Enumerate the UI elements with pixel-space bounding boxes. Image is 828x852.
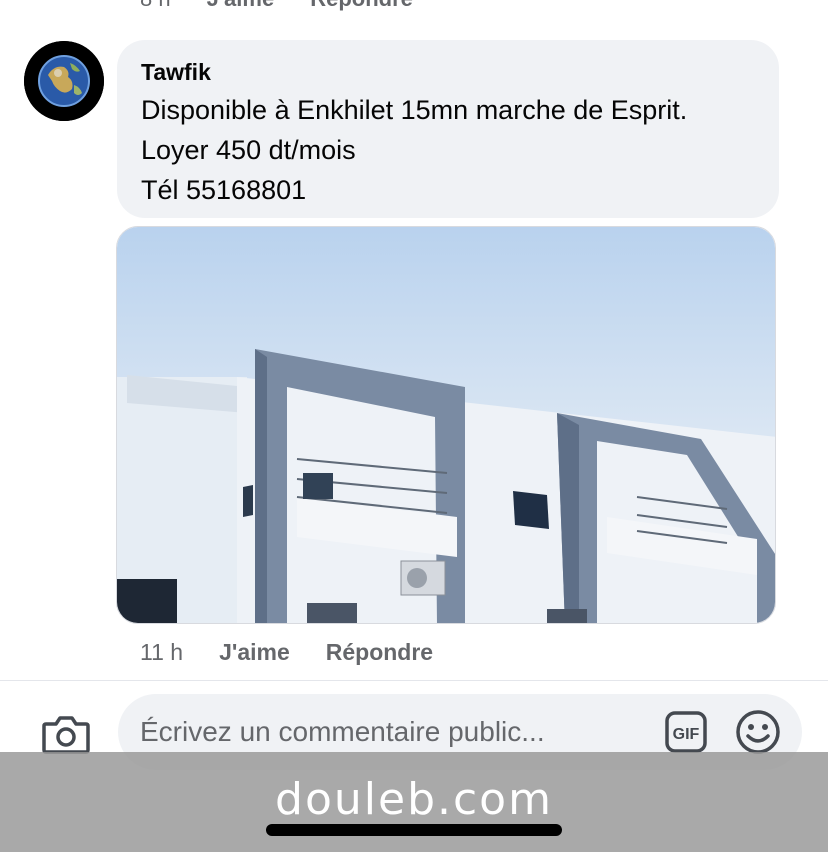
previous-comment-actions: 8 h J'aime Répondre — [140, 0, 413, 11]
previous-reply-button[interactable]: Répondre — [310, 0, 413, 11]
divider — [0, 680, 828, 681]
svg-text:GIF: GIF — [673, 726, 700, 743]
emoji-icon[interactable] — [734, 708, 782, 756]
reply-button[interactable]: Répondre — [326, 639, 433, 666]
comment-time: 11 h — [140, 638, 184, 665]
comment-actions: 11 h J'aime Répondre — [140, 637, 469, 667]
globe-icon — [24, 41, 104, 121]
comment-bubble[interactable]: Tawfik Disponible à Enkhilet 15mn marche… — [117, 40, 779, 218]
watermark: douleb.com — [275, 774, 553, 825]
comment-photo[interactable] — [116, 226, 776, 624]
avatar[interactable] — [24, 41, 104, 121]
previous-like-button[interactable]: J'aime — [207, 0, 275, 11]
comment-text: Disponible à Enkhilet 15mn marche de Esp… — [141, 95, 688, 205]
home-indicator[interactable] — [266, 824, 562, 836]
gif-icon[interactable]: GIF — [664, 710, 708, 754]
previous-comment-time: 8 h — [140, 0, 171, 11]
camera-icon[interactable] — [42, 714, 90, 754]
comment-author[interactable]: Tawfik — [141, 58, 755, 86]
building-photo — [117, 227, 775, 623]
like-button[interactable]: J'aime — [219, 639, 290, 666]
